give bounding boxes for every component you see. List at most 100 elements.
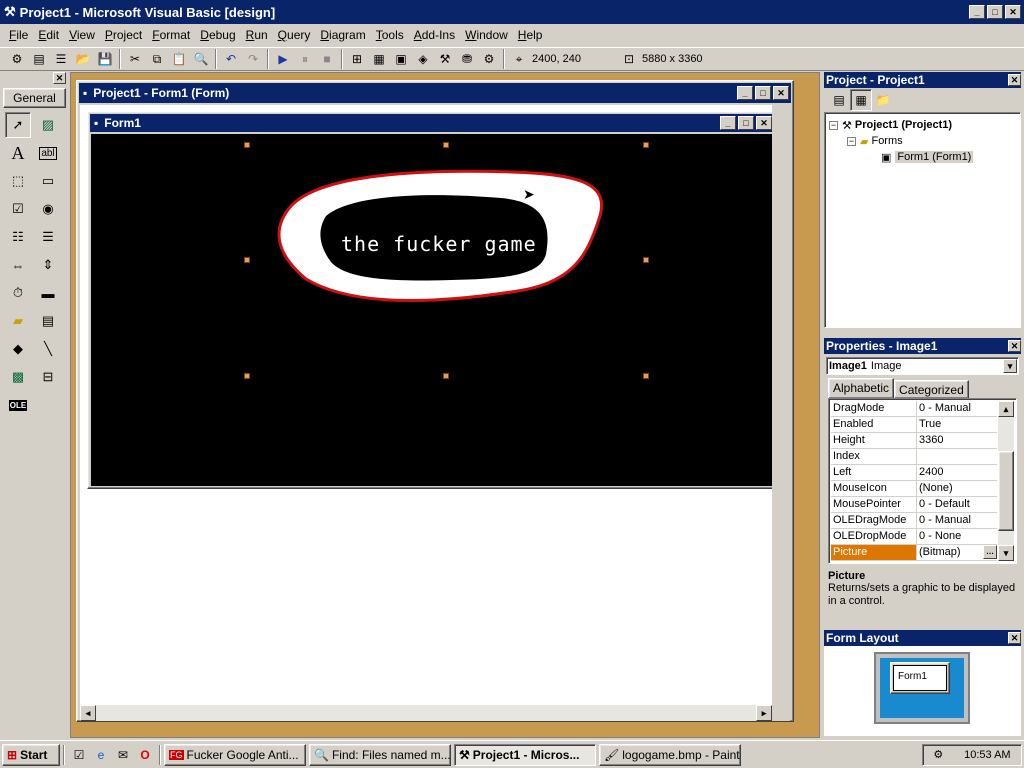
scroll-right-button[interactable]: ▸ [756, 705, 772, 721]
forms-folder-node[interactable]: Forms [871, 135, 902, 147]
menu-format[interactable]: Format [147, 28, 195, 42]
tab-alphabetic[interactable]: Alphabetic [828, 378, 895, 398]
object-browser-icon[interactable]: ◈ [412, 48, 434, 70]
start-icon[interactable]: ▶ [272, 48, 294, 70]
copy-icon[interactable]: ⧉ [146, 48, 168, 70]
menu-view[interactable]: View [64, 28, 100, 42]
optionbutton-tool-icon[interactable]: ◉ [35, 196, 61, 222]
menu-edit[interactable]: Edit [33, 28, 64, 42]
start-button[interactable]: ⊞ Start [2, 743, 60, 766]
pointer-tool-icon[interactable]: ➚ [5, 112, 31, 138]
resize-handle[interactable] [443, 373, 449, 379]
break-icon[interactable]: ⏸ [294, 48, 316, 70]
quicklaunch-opera-icon[interactable]: O [134, 744, 156, 766]
menu-editor-icon[interactable]: ☰ [50, 48, 72, 70]
menu-diagram[interactable]: Diagram [315, 28, 370, 42]
add-form-icon[interactable]: ▤ [28, 48, 50, 70]
property-row[interactable]: Height 3360 [831, 433, 997, 449]
checkbox-tool-icon[interactable]: ☑ [5, 196, 31, 222]
ellipsis-button[interactable]: … [983, 545, 997, 559]
dropdown-arrow-icon[interactable]: ▾ [1003, 359, 1017, 373]
properties-window-icon[interactable]: ▦ [368, 48, 390, 70]
clock[interactable]: 10:53 AM [964, 749, 1010, 761]
project-close-button[interactable]: ✕ [1008, 74, 1021, 86]
resize-handle[interactable] [443, 142, 449, 148]
menu-help[interactable]: Help [513, 28, 548, 42]
shape-tool-icon[interactable]: ◆ [5, 336, 31, 362]
picturebox-tool-icon[interactable]: ▨ [35, 112, 61, 138]
task-fucker-google[interactable]: FG Fucker Google Anti... [164, 743, 306, 766]
cut-icon[interactable]: ✂ [124, 48, 146, 70]
close-button[interactable]: ✕ [1005, 5, 1021, 19]
project-root-node[interactable]: Project1 (Project1) [855, 119, 952, 131]
form1-node[interactable]: Form1 (Form1) [895, 151, 974, 163]
toolbox-general-tab[interactable]: General [3, 88, 66, 108]
properties-close-button[interactable]: ✕ [1008, 340, 1021, 352]
form1-client-area[interactable]: the fucker game ➤ [91, 134, 773, 486]
menu-project[interactable]: Project [100, 28, 147, 42]
filelistbox-tool-icon[interactable]: ▤ [35, 308, 61, 334]
scroll-thumb[interactable] [998, 451, 1014, 531]
project-explorer-icon[interactable]: ⊞ [346, 48, 368, 70]
hscrollbar-tool-icon[interactable]: ⇔ [5, 252, 31, 278]
task-project1[interactable]: ⚒ Project1 - Micros... [454, 743, 596, 766]
textbox-tool-icon[interactable]: abl [35, 140, 61, 166]
open-project-icon[interactable]: 📂 [72, 48, 94, 70]
dirlistbox-tool-icon[interactable]: ▰ [5, 308, 31, 334]
redo-icon[interactable]: ↷ [242, 48, 264, 70]
maximize-button[interactable]: □ [987, 5, 1003, 19]
view-code-icon[interactable]: ▤ [828, 89, 850, 111]
menu-add-ins[interactable]: Add-Ins [409, 28, 460, 42]
vscrollbar-tool-icon[interactable]: ⇕ [35, 252, 61, 278]
property-row[interactable]: OLEDropMode 0 - None [831, 529, 997, 545]
tree-collapse-icon[interactable]: − [847, 136, 856, 146]
drivelistbox-tool-icon[interactable]: ▬ [35, 280, 61, 306]
resize-handle[interactable] [643, 373, 649, 379]
designer-minimize-button[interactable]: _ [737, 86, 753, 100]
property-row[interactable]: Left 2400 [831, 465, 997, 481]
data-tool-icon[interactable]: ⊟ [35, 364, 61, 390]
toggle-folders-icon[interactable]: 📁 [872, 89, 894, 111]
form1-preview[interactable]: Form1 [890, 662, 950, 694]
resize-handle[interactable] [244, 142, 250, 148]
scroll-up-button[interactable]: ▴ [998, 401, 1014, 417]
image-tool-icon[interactable]: ▩ [5, 364, 31, 390]
combobox-tool-icon[interactable]: ☷ [5, 224, 31, 250]
property-row[interactable]: DragMode 0 - Manual [831, 401, 997, 417]
resize-handle[interactable] [244, 373, 250, 379]
toolbox-close-button[interactable]: ✕ [53, 72, 66, 84]
resize-handle[interactable] [643, 257, 649, 263]
tray-icon[interactable]: ⚙ [933, 748, 943, 761]
end-icon[interactable]: ■ [316, 48, 338, 70]
menu-file[interactable]: File [4, 28, 33, 42]
resize-handle[interactable] [244, 257, 250, 263]
tab-categorized[interactable]: Categorized [894, 380, 969, 398]
form-layout-close-button[interactable]: ✕ [1008, 632, 1021, 644]
property-row[interactable]: Enabled True [831, 417, 997, 433]
form-layout-icon[interactable]: ▣ [390, 48, 412, 70]
toolbox-icon[interactable]: ⚒ [434, 48, 456, 70]
add-project-icon[interactable]: ⚙ [6, 48, 28, 70]
property-row[interactable]: MouseIcon (None) [831, 481, 997, 497]
commandbutton-tool-icon[interactable]: ▭ [35, 168, 61, 194]
line-tool-icon[interactable]: ╲ [35, 336, 61, 362]
label-tool-icon[interactable]: A [5, 140, 31, 166]
menu-debug[interactable]: Debug [195, 28, 240, 42]
undo-icon[interactable]: ↶ [220, 48, 242, 70]
component-manager-icon[interactable]: ⚙ [478, 48, 500, 70]
designer-hscrollbar[interactable]: ◂ ▸ [80, 705, 772, 721]
designer-maximize-button[interactable]: □ [755, 86, 771, 100]
designer-close-button[interactable]: ✕ [773, 86, 789, 100]
frame-tool-icon[interactable]: ⬚ [5, 168, 31, 194]
quicklaunch-outlook-icon[interactable]: ✉ [112, 744, 134, 766]
property-vscrollbar[interactable]: ▴ ▾ [998, 401, 1014, 561]
menu-query[interactable]: Query [273, 28, 316, 42]
task-paint[interactable]: 🖌 logogame.bmp - Paint [599, 743, 741, 766]
property-row-selected[interactable]: Picture (Bitmap) … [831, 545, 997, 561]
minimize-button[interactable]: _ [969, 5, 985, 19]
scroll-down-button[interactable]: ▾ [998, 545, 1014, 561]
data-view-icon[interactable]: ⛃ [456, 48, 478, 70]
logo-image[interactable] [91, 134, 773, 486]
object-selector[interactable]: Image1 Image ▾ [826, 357, 1019, 375]
menu-run[interactable]: Run [241, 28, 273, 42]
